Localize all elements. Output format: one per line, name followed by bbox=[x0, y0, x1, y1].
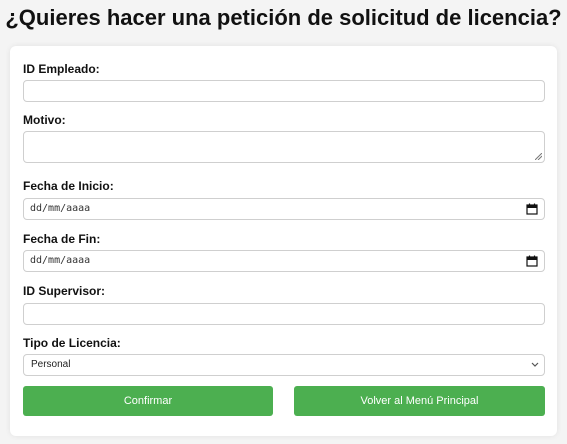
employee-id-label: ID Empleado: bbox=[23, 62, 100, 76]
supervisor-id-label: ID Supervisor: bbox=[23, 284, 106, 298]
leave-request-form: ID Empleado: Motivo: Fecha de Inicio: dd… bbox=[10, 46, 557, 436]
leave-type-selected-value: Personal bbox=[31, 359, 71, 370]
calendar-icon[interactable] bbox=[526, 203, 538, 215]
supervisor-id-input[interactable] bbox=[23, 303, 545, 325]
resize-handle-icon[interactable] bbox=[535, 153, 542, 160]
start-date-label: Fecha de Inicio: bbox=[23, 179, 114, 193]
calendar-icon[interactable] bbox=[526, 255, 538, 267]
chevron-down-icon[interactable] bbox=[531, 362, 539, 368]
reason-label: Motivo: bbox=[23, 113, 66, 127]
employee-id-input[interactable] bbox=[23, 80, 545, 102]
start-date-placeholder: dd/mm/aaaa bbox=[30, 203, 91, 214]
leave-type-select[interactable]: Personal bbox=[23, 354, 545, 376]
confirm-button[interactable]: Confirmar bbox=[23, 386, 273, 416]
end-date-input[interactable]: dd/mm/aaaa bbox=[23, 250, 545, 272]
end-date-label: Fecha de Fin: bbox=[23, 232, 101, 246]
back-to-main-menu-button[interactable]: Volver al Menú Principal bbox=[294, 386, 545, 416]
leave-type-label: Tipo de Licencia: bbox=[23, 336, 121, 350]
start-date-input[interactable]: dd/mm/aaaa bbox=[23, 198, 545, 220]
reason-textarea[interactable] bbox=[23, 131, 545, 163]
end-date-placeholder: dd/mm/aaaa bbox=[30, 255, 91, 266]
page-title: ¿Quieres hacer una petición de solicitud… bbox=[5, 5, 562, 30]
